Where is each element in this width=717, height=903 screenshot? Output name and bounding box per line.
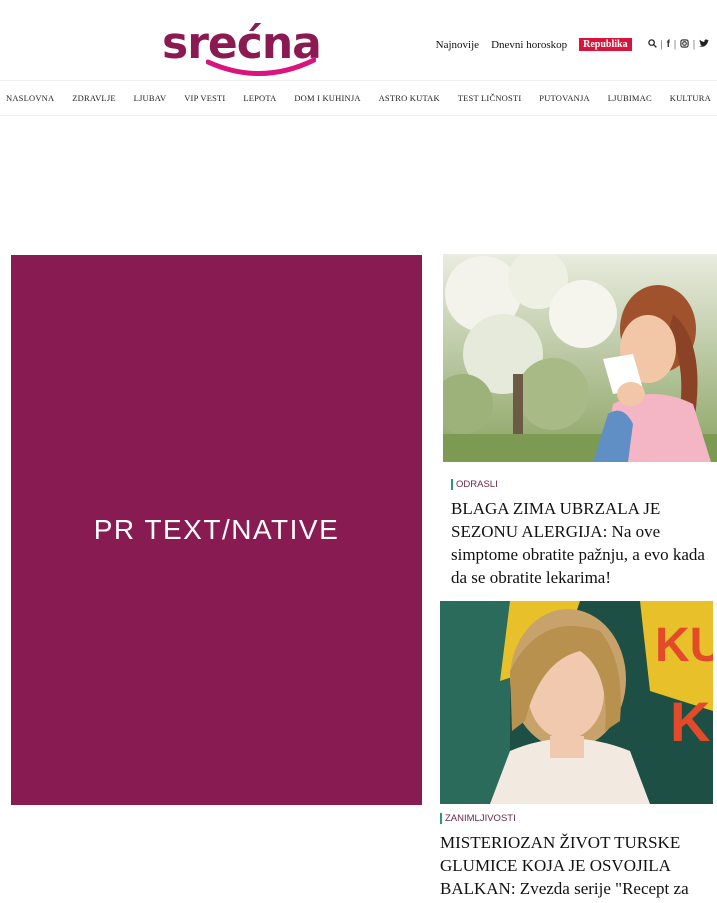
- top-links: Najnovije Dnevni horoskop Republika | f …: [436, 38, 711, 51]
- svg-text:K: K: [670, 690, 710, 753]
- instagram-icon[interactable]: [680, 38, 689, 51]
- nav-item-putovanja[interactable]: PUTOVANJA: [539, 93, 590, 103]
- divider: |: [692, 39, 695, 50]
- nav-item-lepota[interactable]: LEPOTA: [243, 93, 276, 103]
- nav-item-kultura[interactable]: KULTURA: [670, 93, 711, 103]
- article-title[interactable]: MISTERIOZAN ŽIVOT TURSKE GLUMICE KOJA JE…: [440, 831, 710, 900]
- divider: |: [673, 39, 676, 50]
- nav-item-astro-kutak[interactable]: ASTRO KUTAK: [379, 93, 440, 103]
- facebook-icon[interactable]: f: [667, 39, 670, 50]
- nav-item-ljubimac[interactable]: LJUBIMAC: [608, 93, 652, 103]
- divider: |: [660, 39, 663, 50]
- horoscope-link[interactable]: Dnevni horoskop: [491, 39, 567, 51]
- nav-item-ljubav[interactable]: LJUBAV: [134, 93, 167, 103]
- nav-item-test-licnosti[interactable]: TEST LIČNOSTI: [458, 93, 522, 103]
- latest-link[interactable]: Najnovije: [436, 39, 479, 51]
- pr-native-banner[interactable]: PR TEXT/NATIVE: [11, 255, 422, 805]
- nav-item-naslovna[interactable]: NASLOVNA: [6, 93, 54, 103]
- search-icon[interactable]: [647, 38, 657, 51]
- logo-smile-icon: [206, 58, 316, 76]
- article-title[interactable]: BLAGA ZIMA UBRZALA JE SEZONU ALERGIJA: N…: [451, 497, 713, 589]
- twitter-icon[interactable]: [699, 38, 709, 51]
- nav-item-dom-i-kuhinja[interactable]: DOM I KUHINJA: [294, 93, 360, 103]
- article-category[interactable]: ODRASLI: [451, 479, 498, 490]
- social-icons: | f | |: [646, 38, 711, 51]
- site-header: srećna Najnovije Dnevni horoskop Republi…: [0, 0, 717, 78]
- nav-item-vip-vesti[interactable]: VIP VESTI: [184, 93, 225, 103]
- article-category[interactable]: ZANIMLJIVOSTI: [440, 813, 516, 824]
- main-nav: NASLOVNA ZDRAVLJE LJUBAV VIP VESTI LEPOT…: [0, 80, 717, 116]
- article-image[interactable]: [443, 254, 717, 462]
- article-image[interactable]: KU K: [440, 601, 713, 804]
- nav-item-zdravlje[interactable]: ZDRAVLJE: [72, 93, 115, 103]
- promo-label: PR TEXT/NATIVE: [93, 514, 340, 545]
- svg-text:KU: KU: [655, 619, 713, 672]
- republika-link[interactable]: Republika: [579, 38, 632, 51]
